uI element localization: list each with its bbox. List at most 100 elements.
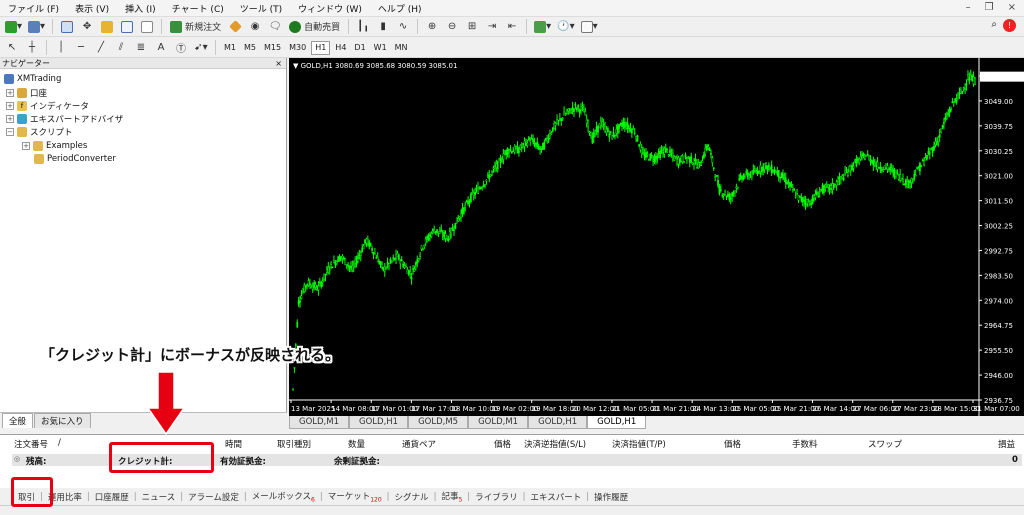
terminal-tab[interactable]: エキスパート <box>527 491 586 503</box>
chart-tab[interactable]: GOLD,H1 <box>349 416 409 429</box>
tester-icon[interactable] <box>138 19 156 35</box>
restore-icon[interactable]: ❐ <box>985 2 994 13</box>
expand-icon[interactable]: + <box>6 88 14 97</box>
navigator-icon[interactable] <box>98 19 116 35</box>
col-order[interactable]: 注文番号 <box>14 438 48 450</box>
terminal-tab[interactable]: シグナル <box>391 491 433 503</box>
col-tp[interactable]: 決済指値(T/P) <box>612 438 666 450</box>
col-profit[interactable]: 損益 <box>998 438 1015 450</box>
candlestick-icon[interactable]: ▮ <box>374 19 392 35</box>
text-label-icon[interactable]: Ⓣ <box>172 40 190 56</box>
crosshair-icon[interactable]: ┼ <box>23 40 41 56</box>
timeframe-d1[interactable]: D1 <box>351 41 368 55</box>
col-price[interactable]: 価格 <box>494 438 511 450</box>
tree-item-experts[interactable]: + エキスパートアドバイザ <box>6 112 123 125</box>
terminal-tab[interactable]: アラーム設定 <box>184 491 243 503</box>
col-symbol[interactable]: 通貨ペア <box>402 438 436 450</box>
col-swap[interactable]: スワップ <box>868 438 902 450</box>
terminal-tab[interactable]: マーケット120 <box>324 490 386 504</box>
col-time[interactable]: 時間 <box>225 438 242 450</box>
timeframe-m5[interactable]: M5 <box>241 41 259 55</box>
expand-icon[interactable]: + <box>22 141 30 150</box>
expand-icon[interactable]: + <box>6 101 14 110</box>
community-icon[interactable]: 🗨 <box>266 19 284 35</box>
terminal-icon[interactable] <box>118 19 136 35</box>
tree-item-indicators[interactable]: + f インディケータ <box>6 99 89 112</box>
tab-general[interactable]: 全般 <box>2 413 34 428</box>
timeframe-mn[interactable]: MN <box>392 41 411 55</box>
horizontal-line-icon[interactable]: ─ <box>72 40 90 56</box>
new-chart-icon[interactable]: ▾ <box>3 19 24 35</box>
profiles-icon[interactable]: ▾ <box>26 19 47 35</box>
terminal-tab[interactable]: メールボックス6 <box>248 490 319 504</box>
channel-icon[interactable]: ⫽ <box>112 40 130 56</box>
terminal-tab[interactable]: 口座履歴 <box>91 491 133 503</box>
price-chart[interactable]: ▼ GOLD,H1 3080.69 3085.68 3080.59 3085.0… <box>289 58 1024 416</box>
chart-tab-active[interactable]: GOLD,H1 <box>587 416 647 429</box>
tree-item-xmtrading[interactable]: XMTrading <box>4 72 61 85</box>
menu-help[interactable]: ヘルプ (H) <box>370 2 430 15</box>
zoom-in-icon[interactable]: ⊕ <box>423 19 441 35</box>
text-icon[interactable]: A <box>152 40 170 56</box>
search-icon[interactable]: ⌕ <box>991 19 997 32</box>
timeframe-m15[interactable]: M15 <box>261 41 284 55</box>
minimize-icon[interactable]: – <box>966 2 971 13</box>
zoom-out-icon[interactable]: ⊖ <box>443 19 461 35</box>
col-sl[interactable]: 決済逆指値(S/L) <box>524 438 586 450</box>
vertical-line-icon[interactable]: │ <box>52 40 70 56</box>
close-icon[interactable]: × <box>1008 2 1016 13</box>
chart-tab[interactable]: GOLD,M1 <box>289 416 350 429</box>
expand-icon[interactable]: + <box>6 114 14 123</box>
timeframe-h1[interactable]: H1 <box>311 40 331 55</box>
terminal-tab[interactable]: 記事5 <box>437 490 466 504</box>
timeframe-h4[interactable]: H4 <box>332 41 349 55</box>
tree-item-accounts[interactable]: + 口座 <box>6 86 47 99</box>
timeframe-m30[interactable]: M30 <box>286 41 309 55</box>
bar-chart-icon[interactable]: ┃╻ <box>354 19 372 35</box>
cursor-icon[interactable]: ↖ <box>3 40 21 56</box>
templates-icon[interactable]: ▾ <box>579 19 600 35</box>
menu-view[interactable]: 表示 (V) <box>67 2 117 15</box>
chart-tab[interactable]: GOLD,M5 <box>408 416 469 429</box>
menu-insert[interactable]: 挿入 (I) <box>117 2 164 15</box>
signals-icon[interactable]: ◉ <box>246 19 264 35</box>
chart-tab[interactable]: GOLD,M1 <box>468 416 529 429</box>
auto-trading-button[interactable]: 自動売買 <box>286 19 343 35</box>
tile-windows-icon[interactable]: ⊞ <box>463 19 481 35</box>
col-price-current[interactable]: 価格 <box>724 438 741 450</box>
notification-icon[interactable]: ! <box>1003 19 1016 32</box>
auto-scroll-icon[interactable]: ⇥ <box>483 19 501 35</box>
collapse-icon[interactable]: − <box>6 127 14 136</box>
candle-body <box>643 154 646 158</box>
metaeditor-icon[interactable] <box>226 19 244 35</box>
chart-tab[interactable]: GOLD,H1 <box>528 416 588 429</box>
timeframe-w1[interactable]: W1 <box>371 41 390 55</box>
chart-shift-icon[interactable]: ⇤ <box>503 19 521 35</box>
timeframe-m1[interactable]: M1 <box>221 41 239 55</box>
menu-file[interactable]: ファイル (F) <box>0 2 67 15</box>
indicators-icon[interactable]: ▾ <box>532 19 553 35</box>
terminal-tab[interactable]: 操作履歴 <box>590 491 632 503</box>
fibonacci-icon[interactable]: ≣ <box>132 40 150 56</box>
line-chart-icon[interactable]: ∿ <box>394 19 412 35</box>
trendline-icon[interactable]: ╱ <box>92 40 110 56</box>
tree-item-scripts[interactable]: − スクリプト <box>6 125 73 138</box>
col-type[interactable]: 取引種別 <box>277 438 311 450</box>
tree-item-examples[interactable]: + Examples <box>22 139 87 152</box>
arrows-icon[interactable]: ➹▾ <box>192 40 210 56</box>
menu-tools[interactable]: ツール (T) <box>232 2 290 15</box>
col-commission[interactable]: 手数料 <box>792 438 818 450</box>
market-watch-icon[interactable] <box>58 19 76 35</box>
new-order-button[interactable]: 新規注文 <box>167 19 224 35</box>
col-volume[interactable]: 数量 <box>348 438 365 450</box>
tab-favorites[interactable]: お気に入り <box>34 413 91 428</box>
menu-window[interactable]: ウィンドウ (W) <box>290 2 370 15</box>
tree-item-periodconverter[interactable]: PeriodConverter <box>34 152 116 165</box>
terminal-tab[interactable]: ライブラリ <box>471 491 522 503</box>
periods-icon[interactable]: 🕐▾ <box>555 19 576 35</box>
chart-window[interactable]: ▼ GOLD,H1 3080.69 3085.68 3080.59 3085.0… <box>289 58 1024 416</box>
menu-chart[interactable]: チャート (C) <box>164 2 232 15</box>
terminal-tab[interactable]: ニュース <box>138 491 180 503</box>
navigator-close-icon[interactable]: × <box>275 59 282 68</box>
data-window-icon[interactable]: ✥ <box>78 19 96 35</box>
